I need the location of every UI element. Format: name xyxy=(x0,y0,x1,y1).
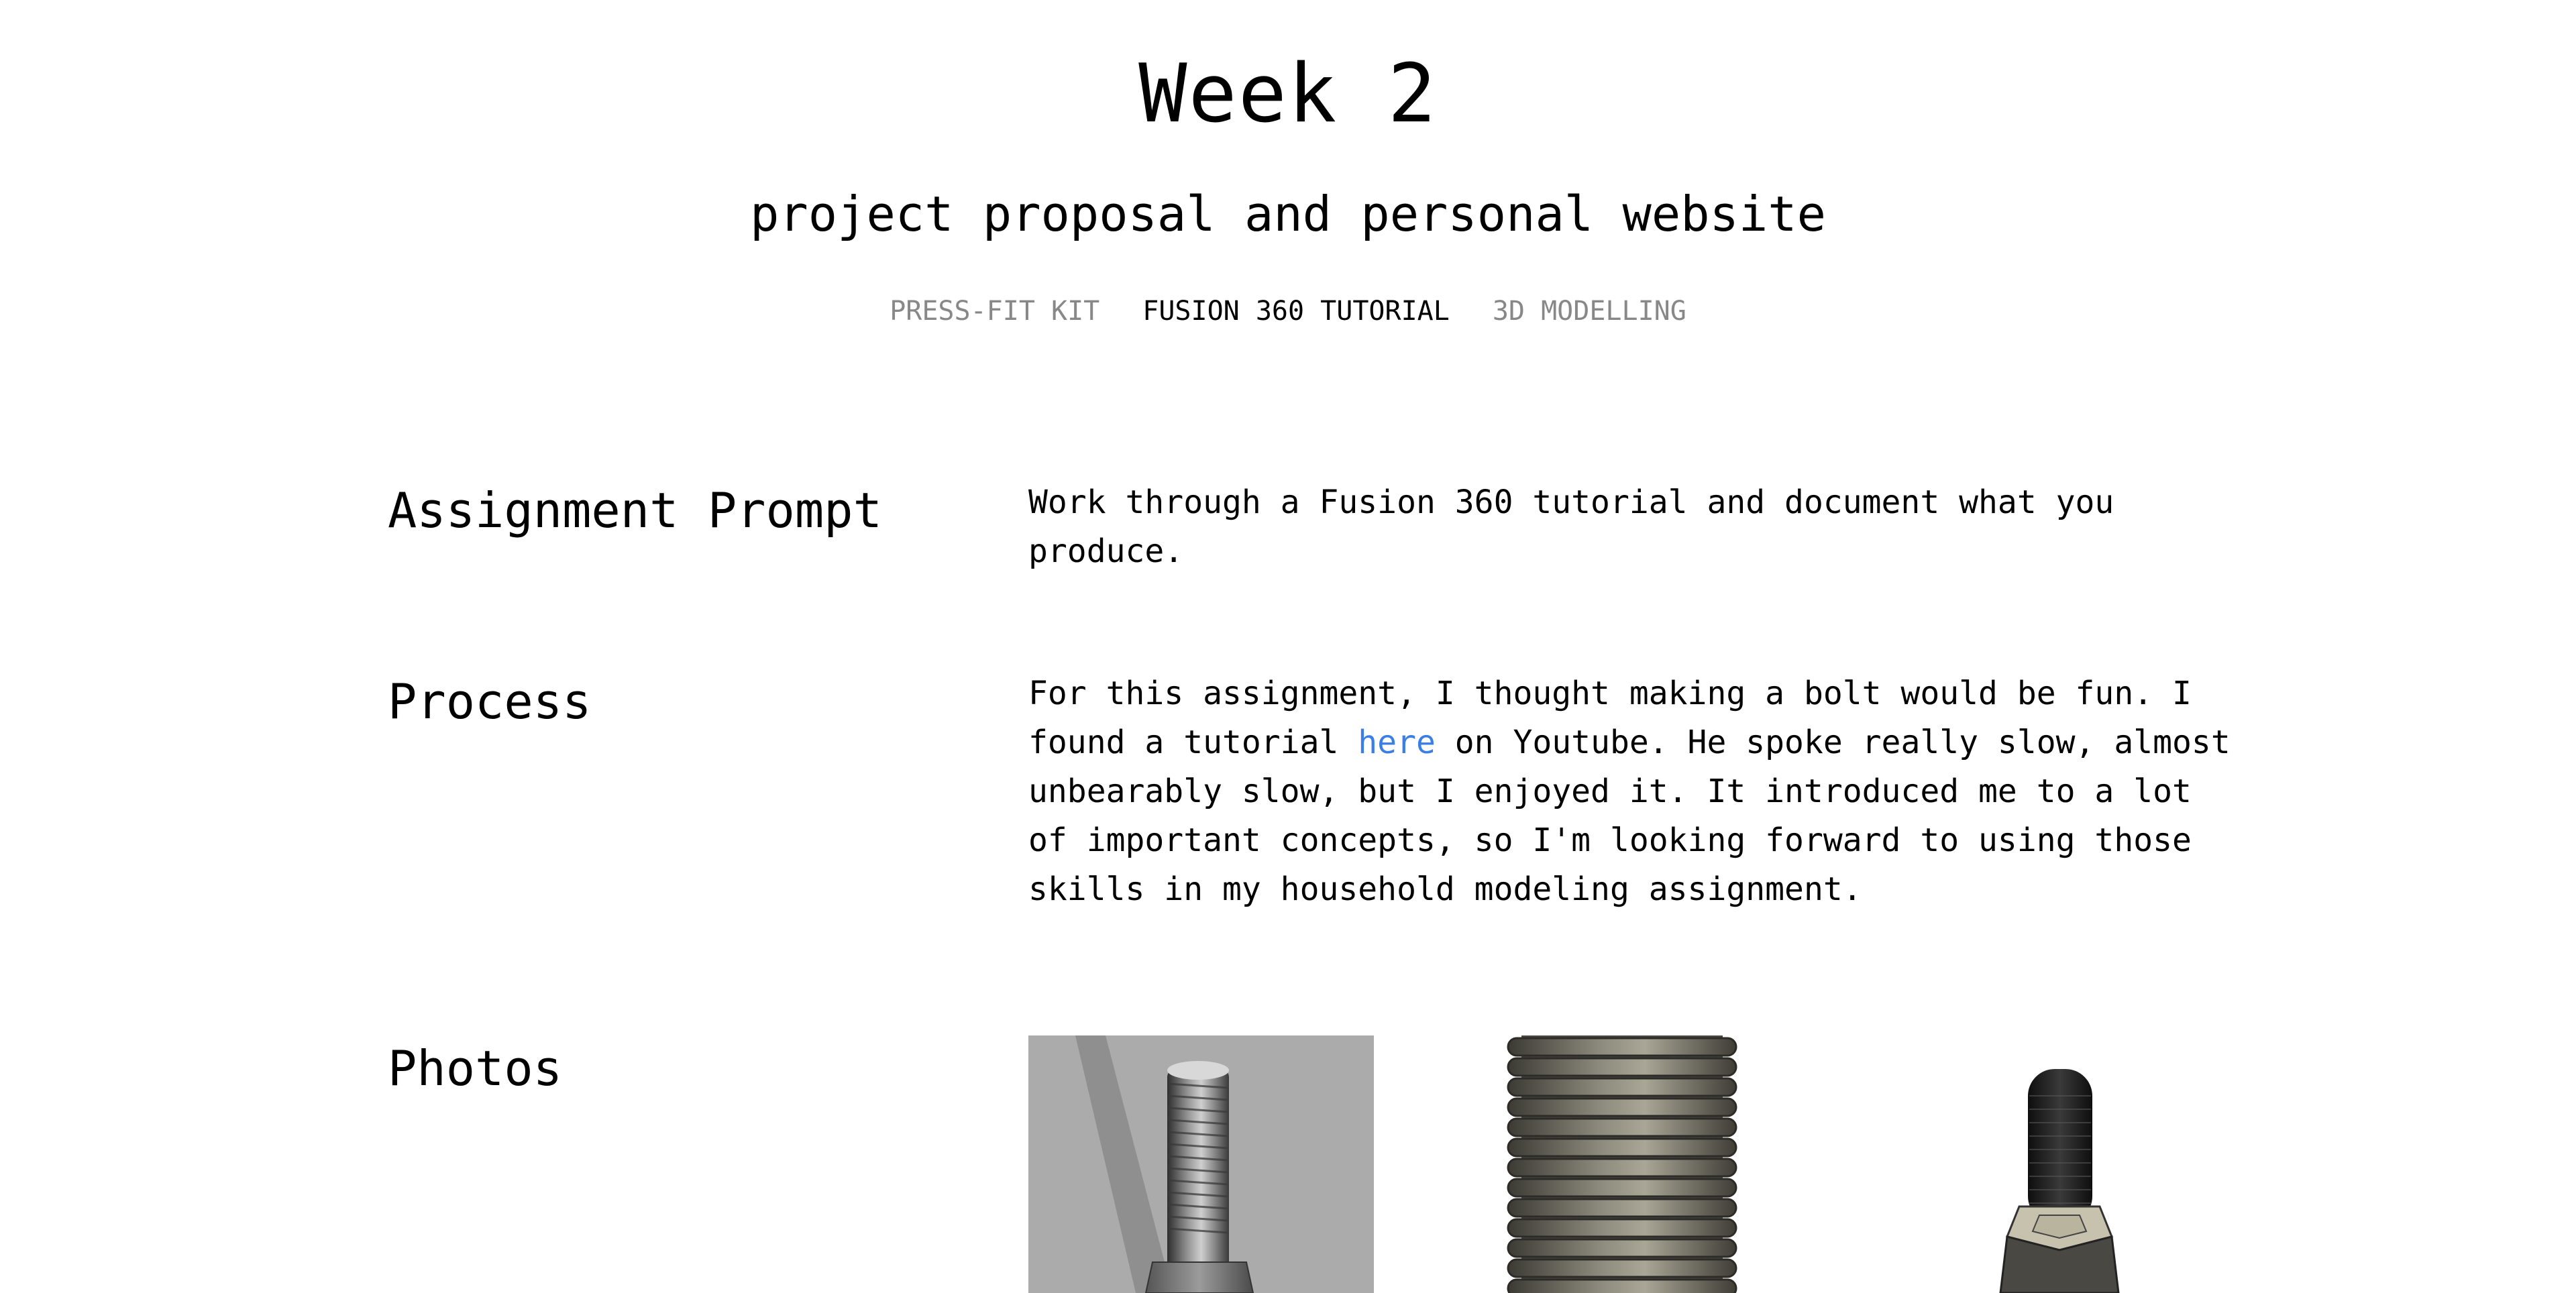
page-title: Week 2 xyxy=(1138,48,1438,141)
tab-3d-modelling[interactable]: 3D MODELLING xyxy=(1493,295,1686,327)
process-heading: Process xyxy=(388,673,592,730)
tutorial-link[interactable]: here xyxy=(1358,724,1436,761)
bolt-thread-image xyxy=(1503,1035,1744,1293)
bolt-render-image xyxy=(1028,1035,1374,1293)
photos-heading: Photos xyxy=(388,1040,563,1097)
tab-nav: PRESS-FIT KIT FUSION 360 TUTORIAL 3D MOD… xyxy=(0,295,2576,327)
tab-fusion-360-tutorial[interactable]: FUSION 360 TUTORIAL xyxy=(1142,295,1450,327)
tab-press-fit-kit[interactable]: PRESS-FIT KIT xyxy=(890,295,1099,327)
assignment-heading: Assignment Prompt xyxy=(388,482,882,539)
process-text: For this assignment, I thought making a … xyxy=(1028,669,2236,914)
bolt-render-photo[interactable] xyxy=(1028,1035,1374,1293)
bolt-hex-photo[interactable] xyxy=(1945,1035,2174,1293)
page: Week 2 project proposal and personal web… xyxy=(0,0,2576,1293)
page-subtitle: project proposal and personal website xyxy=(750,186,1826,242)
assignment-text: Work through a Fusion 360 tutorial and d… xyxy=(1028,484,2114,570)
bolt-thread-photo[interactable] xyxy=(1503,1035,1744,1293)
bolt-hex-image xyxy=(1945,1035,2174,1293)
